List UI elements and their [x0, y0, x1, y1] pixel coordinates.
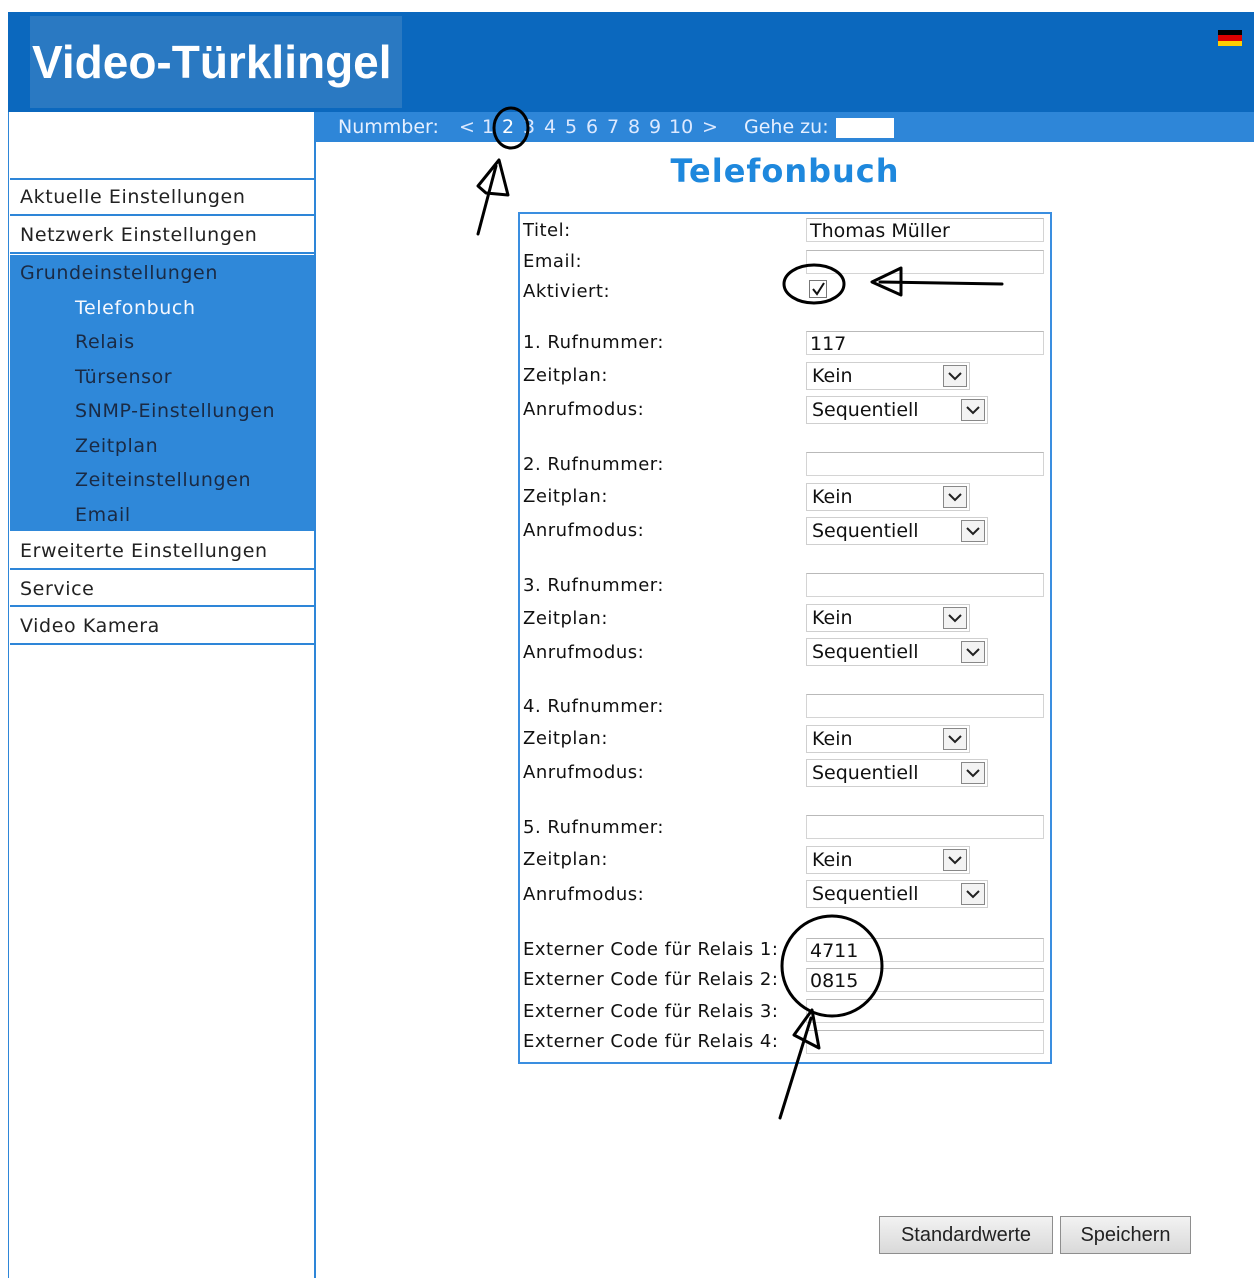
hand-drawn-annotations — [476, 106, 1004, 1120]
circle-annotation-relais-codes — [780, 914, 884, 1018]
arrow-annotation-relais — [778, 1008, 821, 1120]
arrow-annotation-checkbox — [870, 266, 1004, 297]
circle-annotation-page-2 — [492, 106, 530, 150]
arrow-annotation-page — [476, 158, 510, 236]
circle-annotation-checkbox — [782, 263, 846, 305]
